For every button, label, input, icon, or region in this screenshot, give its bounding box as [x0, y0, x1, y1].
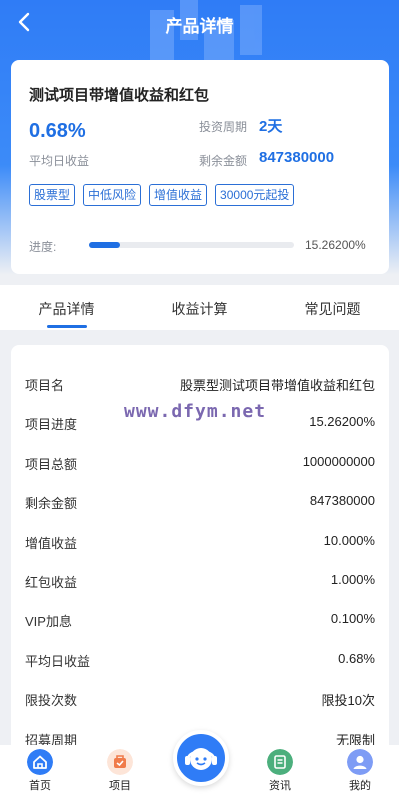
tag-stock-type: 股票型	[29, 184, 76, 206]
nav-projects[interactable]: 项目	[90, 749, 150, 793]
detail-key: 项目总额	[25, 457, 78, 472]
detail-row: 剩余金额 847380000	[25, 493, 375, 513]
tab-product-details[interactable]: 产品详情	[0, 285, 133, 330]
progress-bar	[89, 242, 294, 248]
detail-value: 847380000	[309, 493, 375, 508]
detail-value: 限投10次	[321, 693, 375, 708]
progress-bar-fill	[89, 242, 121, 248]
detail-key: 红包收益	[25, 575, 78, 590]
tab-yield-calculator[interactable]: 收益计算	[133, 285, 266, 330]
project-icon	[107, 749, 133, 775]
product-summary-card: 测试项目带增值收益和红包 0.68% 平均日收益 投资周期 2天 剩余金额 84…	[11, 60, 389, 274]
detail-row: 增值收益 10.000%	[25, 533, 375, 553]
period-value: 2天	[259, 118, 283, 135]
detail-value: 15.26200%	[309, 414, 375, 429]
detail-value: 10.000%	[323, 533, 375, 548]
detail-key: 项目进度	[25, 417, 78, 432]
product-tags: 股票型 中低风险 增值收益 30000元起投	[29, 184, 295, 206]
detail-key: VIP加息	[25, 614, 72, 629]
nav-profile-label: 我的	[349, 780, 371, 792]
customer-service-button[interactable]	[173, 730, 229, 786]
tag-value-added: 增值收益	[149, 184, 208, 206]
detail-row: 红包收益 1.000%	[25, 572, 375, 592]
daily-rate-label: 平均日收益	[29, 154, 90, 168]
nav-home[interactable]: 首页	[10, 749, 70, 793]
detail-value: 股票型测试项目带增值收益和红包	[179, 378, 375, 393]
detail-row: VIP加息 0.100%	[25, 611, 375, 631]
detail-value: 1.000%	[330, 572, 375, 587]
nav-news[interactable]: 资讯	[250, 749, 310, 793]
profile-icon	[347, 749, 373, 775]
nav-news-label: 资讯	[269, 780, 291, 792]
detail-key: 限投次数	[25, 693, 78, 708]
detail-key: 项目名	[25, 378, 65, 393]
detail-row: 项目总额 1000000000	[25, 454, 375, 474]
detail-row: 项目名 股票型测试项目带增值收益和红包	[25, 375, 375, 395]
progress-percent: 15.26200%	[305, 238, 366, 252]
progress-label: 进度:	[29, 240, 57, 254]
tag-min-investment: 30000元起投	[215, 184, 295, 206]
detail-value: 0.68%	[338, 651, 375, 666]
watermark-text: www.dfym.net	[124, 401, 267, 422]
period-label: 投资周期	[199, 120, 248, 134]
tag-risk-level: 中低风险	[83, 184, 142, 206]
remaining-amount-value: 847380000	[259, 149, 335, 166]
tab-faq[interactable]: 常见问题	[266, 285, 399, 330]
detail-row: 限投次数 限投10次	[25, 690, 375, 710]
page-title: 产品详情	[165, 17, 234, 36]
detail-key: 平均日收益	[25, 654, 91, 669]
home-icon	[27, 749, 53, 775]
support-icon	[185, 748, 217, 770]
daily-rate-value: 0.68%	[29, 120, 86, 142]
news-icon	[267, 749, 293, 775]
nav-home-label: 首页	[29, 780, 51, 792]
nav-projects-label: 项目	[109, 780, 131, 792]
detail-value: 0.100%	[330, 611, 375, 626]
remaining-amount-label: 剩余金额	[199, 154, 248, 168]
product-name: 测试项目带增值收益和红包	[29, 87, 210, 104]
detail-key: 增值收益	[25, 536, 78, 551]
detail-key: 剩余金额	[25, 496, 78, 511]
top-bar: 产品详情	[0, 0, 399, 44]
detail-tabs: 产品详情 收益计算 常见问题	[0, 285, 399, 330]
nav-profile[interactable]: 我的	[330, 749, 390, 793]
detail-row: 平均日收益 0.68%	[25, 651, 375, 671]
detail-value: 1000000000	[302, 454, 375, 469]
